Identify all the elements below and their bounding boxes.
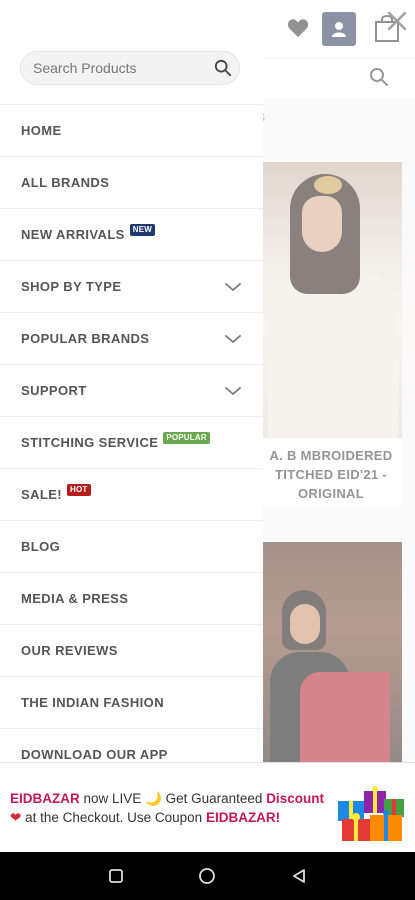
- moon-icon: 🌙: [145, 791, 162, 806]
- new-badge: NEW: [129, 223, 156, 236]
- menu-item-stitching-service[interactable]: STITCHING SERVICE POPULAR: [0, 416, 263, 468]
- promo-banner[interactable]: EIDBAZAR now LIVE 🌙 Get Guaranteed Disco…: [0, 762, 415, 852]
- promo-text-part2: Get Guaranteed: [161, 791, 267, 806]
- popular-badge: POPULAR: [163, 431, 210, 444]
- chevron-down-icon[interactable]: [223, 381, 243, 401]
- search-input[interactable]: [33, 60, 214, 76]
- menu-item-label: SALE!: [21, 487, 62, 502]
- search-icon[interactable]: [214, 58, 232, 78]
- menu-item-label: POPULAR BRANDS: [21, 331, 150, 346]
- menu-item-home[interactable]: HOME: [0, 104, 263, 156]
- promo-text-part1: now LIVE: [79, 791, 146, 806]
- menu-item-label: HOME: [21, 123, 62, 138]
- promo-text: EIDBAZAR now LIVE 🌙 Get Guaranteed Disco…: [10, 789, 330, 827]
- menu-item-shop-by-type[interactable]: SHOP BY TYPE: [0, 260, 263, 312]
- promo-text-part3: at the Checkout. Use Coupon: [21, 810, 206, 825]
- menu-item-label: THE INDIAN FASHION: [21, 695, 164, 710]
- menu-item-the-indian-fashion[interactable]: THE INDIAN FASHION: [0, 676, 263, 728]
- menu-item-download-our-app[interactable]: DOWNLOAD OUR APP: [0, 728, 263, 762]
- hot-badge: HOT: [67, 483, 91, 496]
- home-icon[interactable]: [197, 866, 217, 886]
- system-nav-bar: [0, 852, 415, 900]
- menu-item-popular-brands[interactable]: POPULAR BRANDS: [0, 312, 263, 364]
- heart-icon: ❤: [10, 810, 22, 825]
- recent-apps-icon[interactable]: [106, 866, 126, 886]
- promo-discount: Discount: [266, 791, 324, 806]
- chevron-down-icon[interactable]: [223, 329, 243, 349]
- menu-item-label: OUR REVIEWS: [21, 643, 118, 658]
- gift-boxes-icon: [334, 777, 408, 843]
- menu-item-media-press[interactable]: MEDIA & PRESS: [0, 572, 263, 624]
- menu-item-label: SHOP BY TYPE: [21, 279, 122, 294]
- menu-item-label: NEW ARRIVALS: [21, 227, 125, 242]
- menu-item-new-arrivals[interactable]: NEW ARRIVALS NEW: [0, 208, 263, 260]
- menu-item-label: STITCHING SERVICE: [21, 435, 159, 450]
- menu-item-label: ALL BRANDS: [21, 175, 110, 190]
- menu-item-label: BLOG: [21, 539, 61, 554]
- chevron-down-icon[interactable]: [223, 277, 243, 297]
- screen: s A. B MBROIDERED TITCHED EID'21 - ORIGI…: [0, 0, 415, 900]
- menu-item-label: SUPPORT: [21, 383, 87, 398]
- promo-brand: EIDBAZAR: [10, 791, 80, 806]
- back-icon[interactable]: [289, 866, 309, 886]
- promo-coupon: EIDBAZAR!: [205, 810, 281, 825]
- navigation-drawer: HOME ALL BRANDS NEW ARRIVALS NEW SHOP BY…: [0, 0, 263, 762]
- menu-list: HOME ALL BRANDS NEW ARRIVALS NEW SHOP BY…: [0, 104, 263, 762]
- menu-item-support[interactable]: SUPPORT: [0, 364, 263, 416]
- menu-item-label: MEDIA & PRESS: [21, 591, 129, 606]
- menu-item-label: DOWNLOAD OUR APP: [21, 747, 168, 762]
- search-box: [20, 51, 240, 85]
- menu-item-sale[interactable]: SALE! HOT: [0, 468, 263, 520]
- menu-item-blog[interactable]: BLOG: [0, 520, 263, 572]
- menu-item-all-brands[interactable]: ALL BRANDS: [0, 156, 263, 208]
- menu-item-our-reviews[interactable]: OUR REVIEWS: [0, 624, 263, 676]
